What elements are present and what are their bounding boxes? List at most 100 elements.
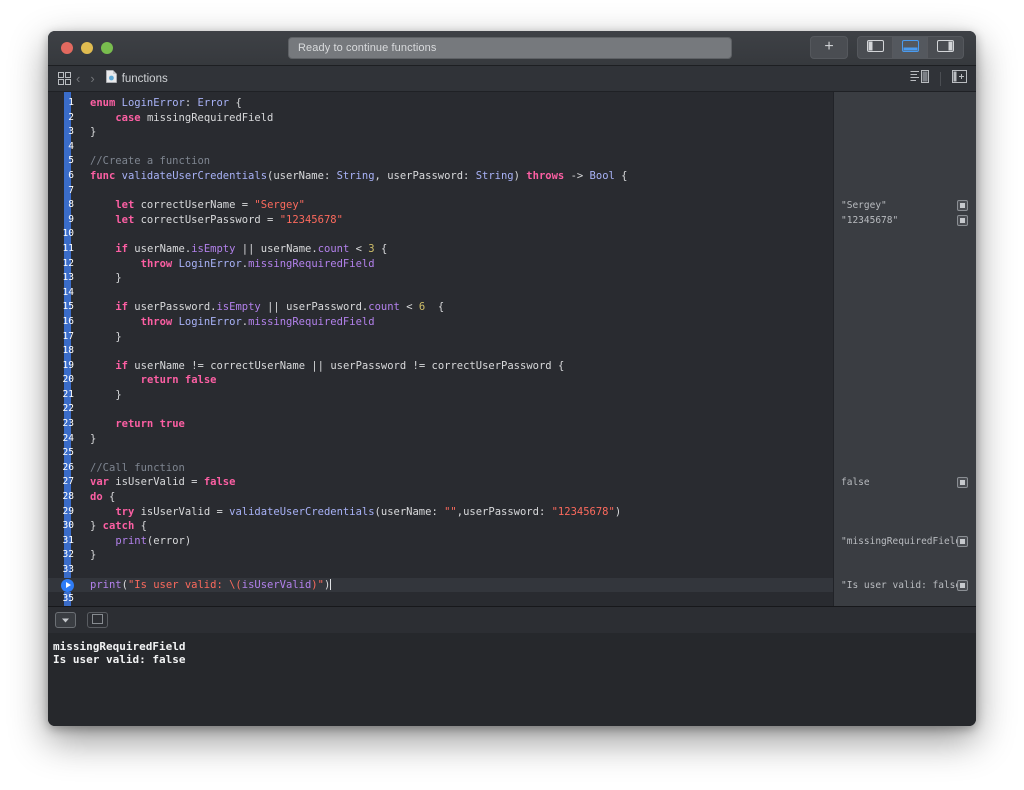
line-number: 5	[48, 154, 80, 169]
code-line[interactable]: 21 }	[48, 388, 833, 403]
line-number: 2	[48, 111, 80, 126]
code-line-text: throw LoginError.missingRequiredField	[80, 257, 375, 272]
show-result-button[interactable]	[957, 200, 968, 211]
show-result-button[interactable]	[957, 477, 968, 488]
show-result-button[interactable]	[957, 215, 968, 226]
result-value: "Sergey"	[841, 200, 957, 211]
code-line[interactable]: 3}	[48, 125, 833, 140]
console-output[interactable]: missingRequiredField Is user valid: fals…	[48, 633, 976, 726]
code-line[interactable]: 16 throw LoginError.missingRequiredField	[48, 315, 833, 330]
status-bar: Ready to continue functions	[288, 37, 732, 59]
code-line-text	[80, 140, 90, 155]
results-scrollbar[interactable]	[971, 92, 975, 606]
assistant-editor-icon[interactable]	[910, 70, 929, 88]
result-row[interactable]: false	[834, 476, 976, 491]
code-line-text	[80, 344, 90, 359]
code-line[interactable]: 35	[48, 592, 833, 606]
code-line-text: var isUserValid = false	[80, 475, 235, 490]
plus-icon: +	[824, 39, 833, 55]
code-line[interactable]: 17 }	[48, 330, 833, 345]
back-button[interactable]: ‹	[71, 72, 85, 85]
code-line-text: return false	[80, 373, 217, 388]
code-line[interactable]: 31 print(error)	[48, 534, 833, 549]
line-number: 11	[48, 242, 80, 257]
result-row[interactable]: "12345678"	[834, 213, 976, 228]
add-button[interactable]: +	[810, 36, 848, 59]
code-line-text: do {	[80, 490, 115, 505]
code-line[interactable]: 1enum LoginError: Error {	[48, 96, 833, 111]
code-line-text	[80, 286, 90, 301]
code-line-text: func validateUserCredentials(userName: S…	[80, 169, 628, 184]
show-result-button[interactable]	[957, 580, 968, 591]
result-row[interactable]: "Sergey"	[834, 198, 976, 213]
right-panel-icon	[937, 39, 954, 57]
code-line-list: 1enum LoginError: Error {2 case missingR…	[48, 92, 833, 606]
result-square-icon	[960, 218, 965, 223]
window-titlebar: Ready to continue functions +	[48, 31, 976, 66]
line-number: 18	[48, 344, 80, 359]
code-line-text: return true	[80, 417, 185, 432]
code-line[interactable]: 12 throw LoginError.missingRequiredField	[48, 257, 833, 272]
code-line[interactable]: 32}	[48, 548, 833, 563]
breadcrumb-filename: functions	[122, 73, 168, 85]
code-line[interactable]: 25	[48, 446, 833, 461]
code-line-text: } catch {	[80, 519, 147, 534]
code-line[interactable]: 29 try isUserValid = validateUserCredent…	[48, 505, 833, 520]
code-line[interactable]: 24}	[48, 432, 833, 447]
code-line[interactable]: 2 case missingRequiredField	[48, 111, 833, 126]
result-row[interactable]: "missingRequiredField\...	[834, 534, 976, 549]
forward-button[interactable]: ›	[85, 72, 99, 85]
zoom-button[interactable]	[101, 42, 113, 54]
play-icon	[66, 582, 71, 588]
code-line[interactable]: 8 let correctUserName = "Sergey"	[48, 198, 833, 213]
toggle-left-panel-button[interactable]	[858, 37, 893, 58]
toggle-right-panel-button[interactable]	[928, 37, 963, 58]
code-line-text: //Call function	[80, 461, 185, 476]
code-line-text: //Create a function	[80, 154, 210, 169]
line-number: 19	[48, 359, 80, 374]
grid-view-icon[interactable]	[58, 72, 71, 85]
code-line[interactable]: 27var isUserValid = false	[48, 475, 833, 490]
code-line[interactable]: 14	[48, 286, 833, 301]
chevron-down-icon	[61, 611, 70, 629]
line-number: 14	[48, 286, 80, 301]
code-line[interactable]: 18	[48, 344, 833, 359]
add-editor-icon[interactable]	[952, 70, 967, 88]
code-line-text: if userPassword.isEmpty || userPassword.…	[80, 300, 444, 315]
source-code-editor[interactable]: 1enum LoginError: Error {2 case missingR…	[48, 92, 833, 606]
code-line[interactable]: 30} catch {	[48, 519, 833, 534]
code-line[interactable]: 6func validateUserCredentials(userName: …	[48, 169, 833, 184]
editor-area: 1enum LoginError: Error {2 case missingR…	[48, 92, 976, 606]
line-number: 31	[48, 534, 80, 549]
code-line[interactable]: 11 if userName.isEmpty || userName.count…	[48, 242, 833, 257]
code-line[interactable]: 9 let correctUserPassword = "12345678"	[48, 213, 833, 228]
code-line[interactable]: 19 if userName != correctUserName || use…	[48, 359, 833, 374]
code-line[interactable]: 5//Create a function	[48, 154, 833, 169]
close-button[interactable]	[61, 42, 73, 54]
minimize-button[interactable]	[81, 42, 93, 54]
code-line[interactable]: 26//Call function	[48, 461, 833, 476]
code-line[interactable]: 20 return false	[48, 373, 833, 388]
toolbar-right-group: +	[810, 36, 964, 59]
toggle-console-pane-button[interactable]	[87, 612, 108, 628]
code-line[interactable]: 10	[48, 227, 833, 242]
code-line[interactable]: 7	[48, 184, 833, 199]
code-line[interactable]: 4	[48, 140, 833, 155]
hide-console-button[interactable]	[55, 612, 76, 628]
code-line[interactable]: print("Is user valid: \(isUserValid)")	[48, 578, 833, 593]
result-square-icon	[960, 203, 965, 208]
breadcrumb[interactable]: functions	[106, 70, 168, 88]
code-line[interactable]: 13 }	[48, 271, 833, 286]
code-line[interactable]: 15 if userPassword.isEmpty || userPasswo…	[48, 300, 833, 315]
result-row[interactable]: "Is user valid: false\n"	[834, 578, 976, 593]
run-line-button[interactable]	[61, 579, 74, 592]
code-line[interactable]: 28do {	[48, 490, 833, 505]
code-line[interactable]: 33	[48, 563, 833, 578]
code-line-text	[80, 227, 90, 242]
line-number: 24	[48, 432, 80, 447]
code-line[interactable]: 22	[48, 402, 833, 417]
line-number: 26	[48, 461, 80, 476]
code-line[interactable]: 23 return true	[48, 417, 833, 432]
toggle-bottom-panel-button[interactable]	[893, 37, 928, 58]
show-result-button[interactable]	[957, 536, 968, 547]
